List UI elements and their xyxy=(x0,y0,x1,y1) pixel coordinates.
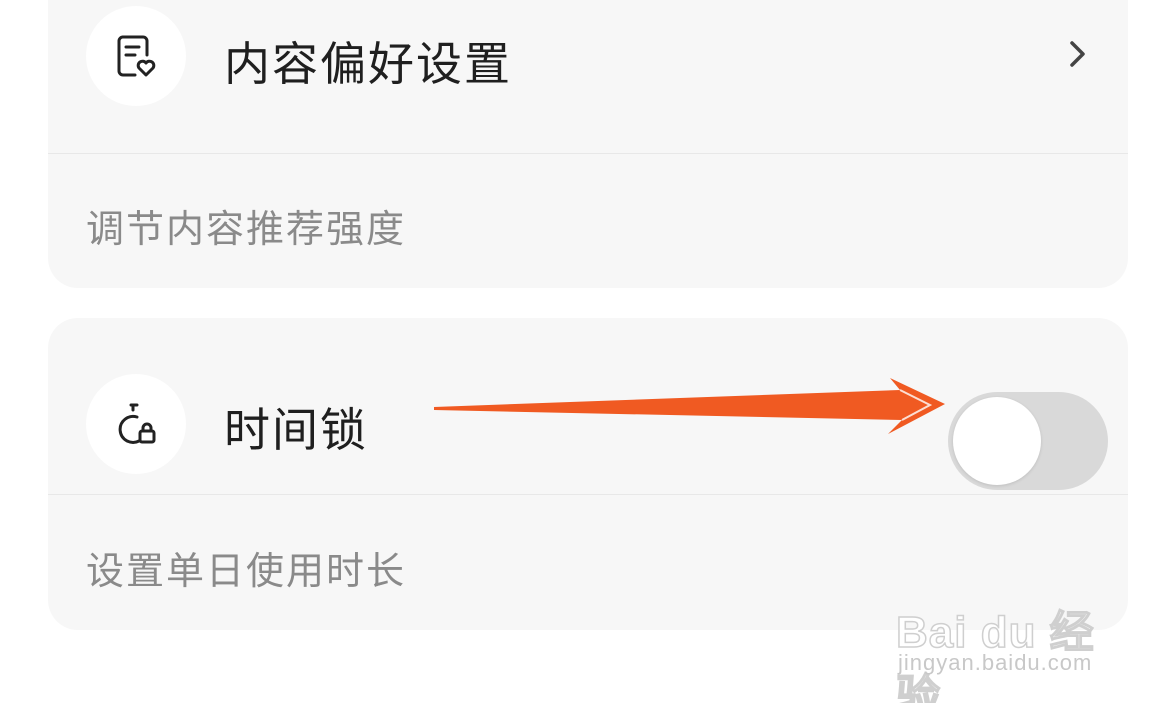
annotation-arrow-icon xyxy=(434,378,945,434)
time-lock-icon-circle xyxy=(86,374,186,474)
time-lock-title: 时间锁 xyxy=(224,403,368,457)
document-heart-icon xyxy=(117,35,156,77)
content-preference-title: 内容偏好设置 xyxy=(224,37,512,91)
content-preference-card: 内容偏好设置 调节内容推荐强度 xyxy=(48,0,1128,288)
settings-page: 内容偏好设置 调节内容推荐强度 时间锁 设置单日使用时长 Bai du 经验 j… xyxy=(0,0,1166,703)
chevron-right-icon xyxy=(1070,41,1085,67)
watermark-url: jingyan.baidu.com xyxy=(898,650,1093,675)
divider xyxy=(48,494,1128,495)
toggle-knob xyxy=(953,397,1041,485)
time-lock-subtitle: 设置单日使用时长 xyxy=(86,549,407,593)
time-lock-toggle[interactable] xyxy=(948,392,1108,490)
baidu-watermark: Bai du 经验 jingyan.baidu.com xyxy=(895,578,1112,703)
timer-lock-icon xyxy=(118,403,156,444)
divider xyxy=(48,153,1128,154)
content-preference-icon-circle xyxy=(86,6,186,106)
content-preference-row[interactable]: 内容偏好设置 xyxy=(48,0,1128,112)
content-preference-subtitle: 调节内容推荐强度 xyxy=(86,207,407,251)
